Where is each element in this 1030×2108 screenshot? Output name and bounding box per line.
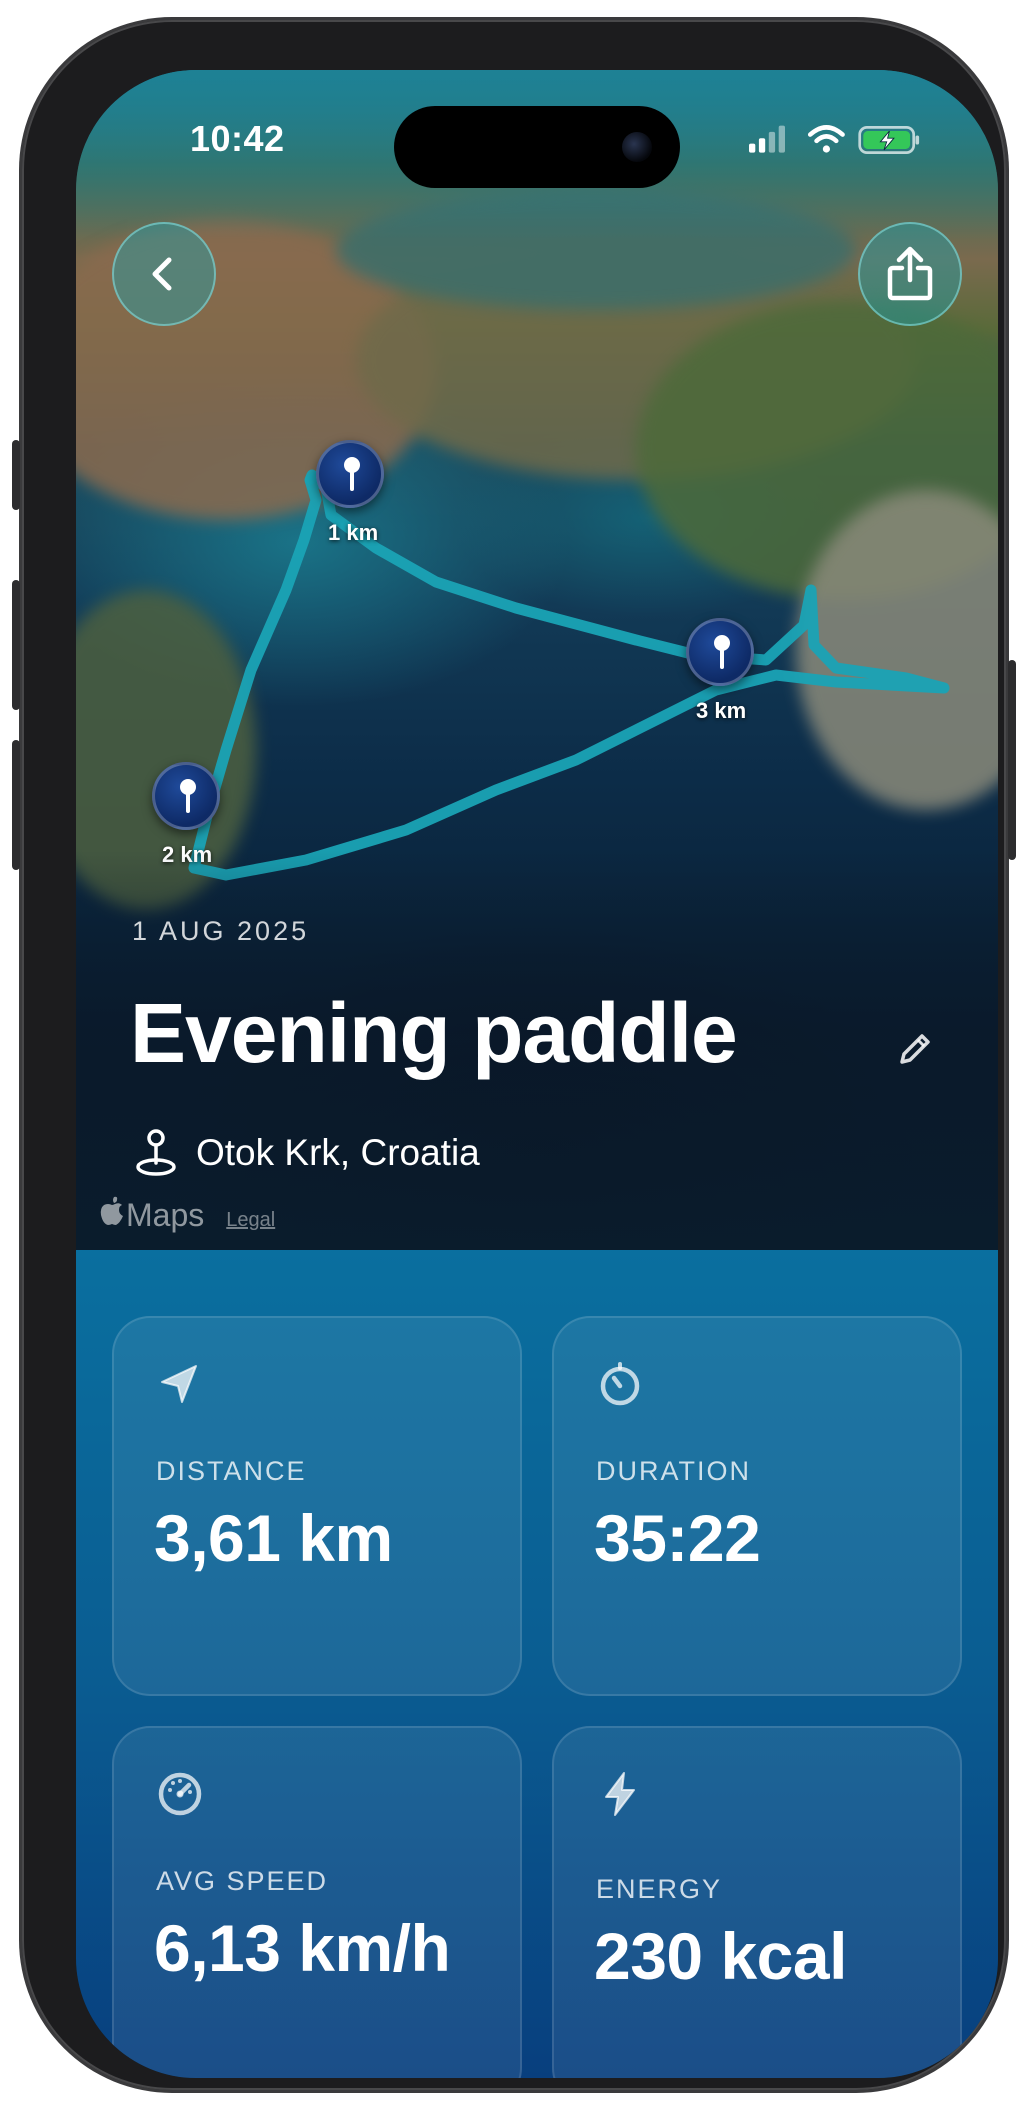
stat-card-duration[interactable]: DURATION 35:22 [552,1316,962,1696]
km-marker-label: 1 km [328,520,379,545]
pencil-icon[interactable] [894,1030,934,1070]
volume-down-button [12,740,20,870]
stats-panel: DISTANCE 3,61 km DURATION 35:22 AVG SPEE… [76,1250,998,2078]
location-label: Otok Krk, Croatia [196,1132,480,1173]
map-pin-icon [136,1129,176,1176]
share-icon [887,246,933,301]
wifi-icon [807,125,845,153]
km-marker-1[interactable] [316,440,384,508]
stat-value: 35:22 [594,1501,761,1575]
status-time: 10:42 [190,118,285,159]
action-button [12,440,20,510]
dynamic-island [394,106,680,188]
km-marker-label: 3 km [696,698,747,723]
stat-label: ENERGY [596,1874,723,1904]
activity-date: 1 AUG 2025 [132,916,310,946]
activity-location: Otok Krk, Croatia [134,1128,480,1178]
stat-value: 230 kcal [594,1919,847,1993]
activity-title: Evening paddle [130,986,738,1080]
volume-up-button [12,580,20,710]
screen: 1 km 3 km 2 km 10:42 [76,70,998,2078]
apple-logo-icon [100,1196,123,1225]
camera-icon [622,132,652,162]
battery-charging-icon [858,126,920,154]
km-marker-3[interactable] [686,618,754,686]
phone-frame: 1 km 3 km 2 km 10:42 [12,20,1016,2090]
route-map[interactable]: 1 km 3 km 2 km 10:42 [76,70,998,1250]
cellular-signal-icon [749,125,785,153]
speedometer-icon [158,1772,202,1816]
stat-value: 6,13 km/h [154,1911,451,1985]
stat-label: DURATION [596,1456,751,1486]
stat-card-energy[interactable]: ENERGY 230 kcal [552,1726,962,2078]
map-attribution: Maps Legal [100,1196,275,1234]
maps-brand: Maps [126,1197,205,1233]
stat-card-avg-speed[interactable]: AVG SPEED 6,13 km/h [112,1726,522,2078]
stat-label: AVG SPEED [156,1866,329,1896]
power-button [1008,660,1016,860]
share-button[interactable] [858,222,962,326]
stat-value: 3,61 km [154,1501,393,1575]
km-marker-2[interactable] [152,762,220,830]
back-button[interactable] [112,222,216,326]
stat-label: DISTANCE [156,1456,307,1486]
chevron-left-icon [152,257,172,291]
bolt-icon [605,1772,635,1816]
timer-icon [600,1362,640,1406]
status-bar: 10:42 [76,70,998,190]
legal-link[interactable]: Legal [226,1209,275,1232]
location-arrow-icon [161,1365,197,1403]
stat-card-distance[interactable]: DISTANCE 3,61 km [112,1316,522,1696]
status-icons [749,125,920,154]
